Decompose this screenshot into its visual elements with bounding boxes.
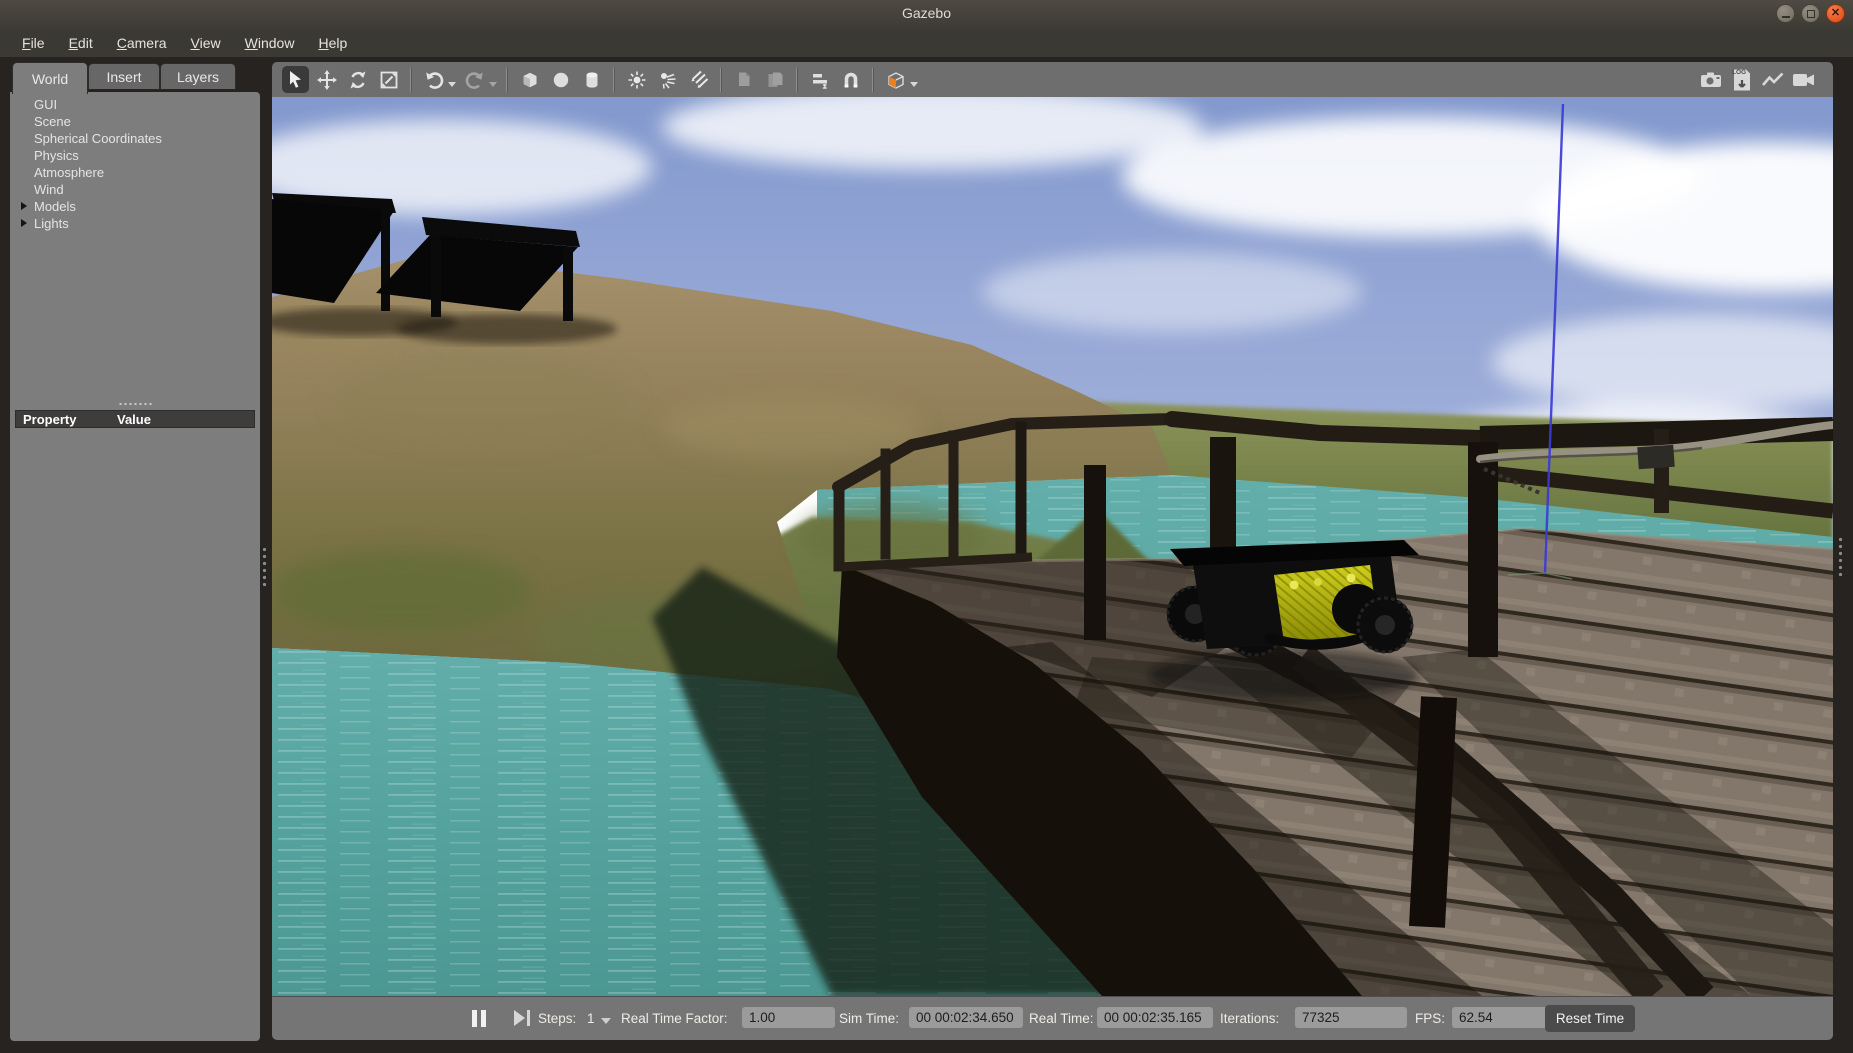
expand-caret-icon[interactable] <box>21 202 27 210</box>
tree-item-models[interactable]: Models <box>10 198 260 215</box>
iterations-value-box[interactable]: 77325 <box>1295 1007 1407 1028</box>
menu-view[interactable]: View <box>181 32 231 54</box>
fps-value-box[interactable]: 62.54 <box>1452 1007 1549 1028</box>
log-record-icon[interactable]: LOG <box>1728 66 1755 93</box>
fps-label: FPS: <box>1415 1011 1445 1026</box>
box-icon[interactable] <box>516 66 543 93</box>
world-tree: GUI Scene Spherical Coordinates Physics … <box>10 96 260 232</box>
translate-icon[interactable] <box>313 66 340 93</box>
property-splitter-grip[interactable] <box>118 402 152 406</box>
step-button[interactable] <box>514 1010 530 1026</box>
tree-item-wind[interactable]: Wind <box>10 181 260 198</box>
menu-help[interactable]: Help <box>308 32 357 54</box>
expand-caret-icon[interactable] <box>21 219 27 227</box>
tree-item-lights[interactable]: Lights <box>10 215 260 232</box>
log-icon-text: LOG <box>1732 69 1746 76</box>
property-column-header: Property <box>23 412 76 427</box>
spot-light-icon[interactable] <box>654 66 681 93</box>
tab-world[interactable]: World <box>12 62 88 94</box>
tree-item-spherical-coordinates[interactable]: Spherical Coordinates <box>10 130 260 147</box>
undo-history-caret-icon[interactable] <box>448 82 456 87</box>
viewport-3d[interactable] <box>272 97 1833 996</box>
steps-label: Steps: <box>538 1011 576 1026</box>
world-tree-panel: GUI Scene Spherical Coordinates Physics … <box>10 92 260 1041</box>
menu-camera[interactable]: Camera <box>107 32 177 54</box>
viewport-frame: LOG <box>272 62 1833 1040</box>
point-light-icon[interactable] <box>623 66 650 93</box>
select-arrow-icon[interactable] <box>282 66 309 93</box>
align-icon[interactable] <box>806 66 833 93</box>
sphere-icon[interactable] <box>547 66 574 93</box>
sim-time-value-box[interactable]: 00 00:02:34.650 <box>909 1007 1023 1028</box>
undo-icon[interactable] <box>420 66 447 93</box>
snap-magnet-icon[interactable] <box>837 66 864 93</box>
directional-light-icon[interactable] <box>685 66 712 93</box>
pause-button[interactable] <box>472 1010 486 1027</box>
menu-window[interactable]: Window <box>235 32 305 54</box>
steps-value[interactable]: 1 <box>587 1011 595 1026</box>
copy-icon[interactable] <box>730 66 757 93</box>
reset-time-button[interactable]: Reset Time <box>1545 1005 1635 1032</box>
left-splitter-grip[interactable] <box>262 546 267 588</box>
close-button[interactable]: ✕ <box>1826 4 1845 23</box>
real-time-label: Real Time: <box>1029 1011 1094 1026</box>
redo-icon[interactable] <box>461 66 488 93</box>
sim-time-label: Sim Time: <box>839 1011 899 1026</box>
husky-robot[interactable] <box>1149 540 1419 700</box>
toolbar-separator <box>872 68 874 92</box>
rotate-icon[interactable] <box>344 66 371 93</box>
viewport-toolbar: LOG <box>272 62 1833 97</box>
tab-layers[interactable]: Layers <box>160 63 236 89</box>
plot-icon[interactable] <box>1759 66 1786 93</box>
toolbar-separator <box>796 68 798 92</box>
toolbar-separator <box>720 68 722 92</box>
rtf-value-box[interactable]: 1.00 <box>742 1007 835 1028</box>
right-splitter-grip[interactable] <box>1838 536 1843 578</box>
tree-item-physics[interactable]: Physics <box>10 147 260 164</box>
rtf-label: Real Time Factor: <box>621 1011 728 1026</box>
gazebo-window: Gazebo ✕ File Edit Camera View Window He… <box>0 0 1853 1053</box>
redo-history-caret-icon[interactable] <box>489 82 497 87</box>
tab-insert[interactable]: Insert <box>88 63 160 89</box>
tree-item-gui[interactable]: GUI <box>10 96 260 113</box>
property-table-header: Property Value <box>15 410 255 428</box>
toolbar-separator <box>613 68 615 92</box>
panel-tabs: World Insert Layers <box>10 62 260 93</box>
toolbar-separator <box>506 68 508 92</box>
tree-item-scene[interactable]: Scene <box>10 113 260 130</box>
world-panel: World Insert Layers GUI Scene Spherical … <box>10 62 260 1041</box>
minimize-button[interactable] <box>1776 4 1795 23</box>
scale-icon[interactable] <box>375 66 402 93</box>
titlebar[interactable]: Gazebo ✕ <box>0 0 1853 29</box>
real-time-value-box[interactable]: 00 00:02:35.165 <box>1097 1007 1213 1028</box>
steps-spinner-caret-icon[interactable] <box>601 1018 611 1024</box>
view-angle-caret-icon[interactable] <box>910 82 918 87</box>
cylinder-icon[interactable] <box>578 66 605 93</box>
iterations-label: Iterations: <box>1220 1011 1279 1026</box>
menu-edit[interactable]: Edit <box>59 32 103 54</box>
paste-icon[interactable] <box>761 66 788 93</box>
window-title: Gazebo <box>0 5 1853 21</box>
tree-item-atmosphere[interactable]: Atmosphere <box>10 164 260 181</box>
simulation-statusbar: Steps: 1 Real Time Factor: 1.00 Sim Time… <box>272 996 1833 1040</box>
menu-file[interactable]: File <box>12 32 55 54</box>
maximize-button[interactable] <box>1801 4 1820 23</box>
video-record-icon[interactable] <box>1790 66 1817 93</box>
menubar: File Edit Camera View Window Help <box>0 28 1853 57</box>
toolbar-separator <box>410 68 412 92</box>
view-angle-cube-icon[interactable] <box>882 66 909 93</box>
value-column-header: Value <box>117 412 151 427</box>
screenshot-camera-icon[interactable] <box>1697 66 1724 93</box>
